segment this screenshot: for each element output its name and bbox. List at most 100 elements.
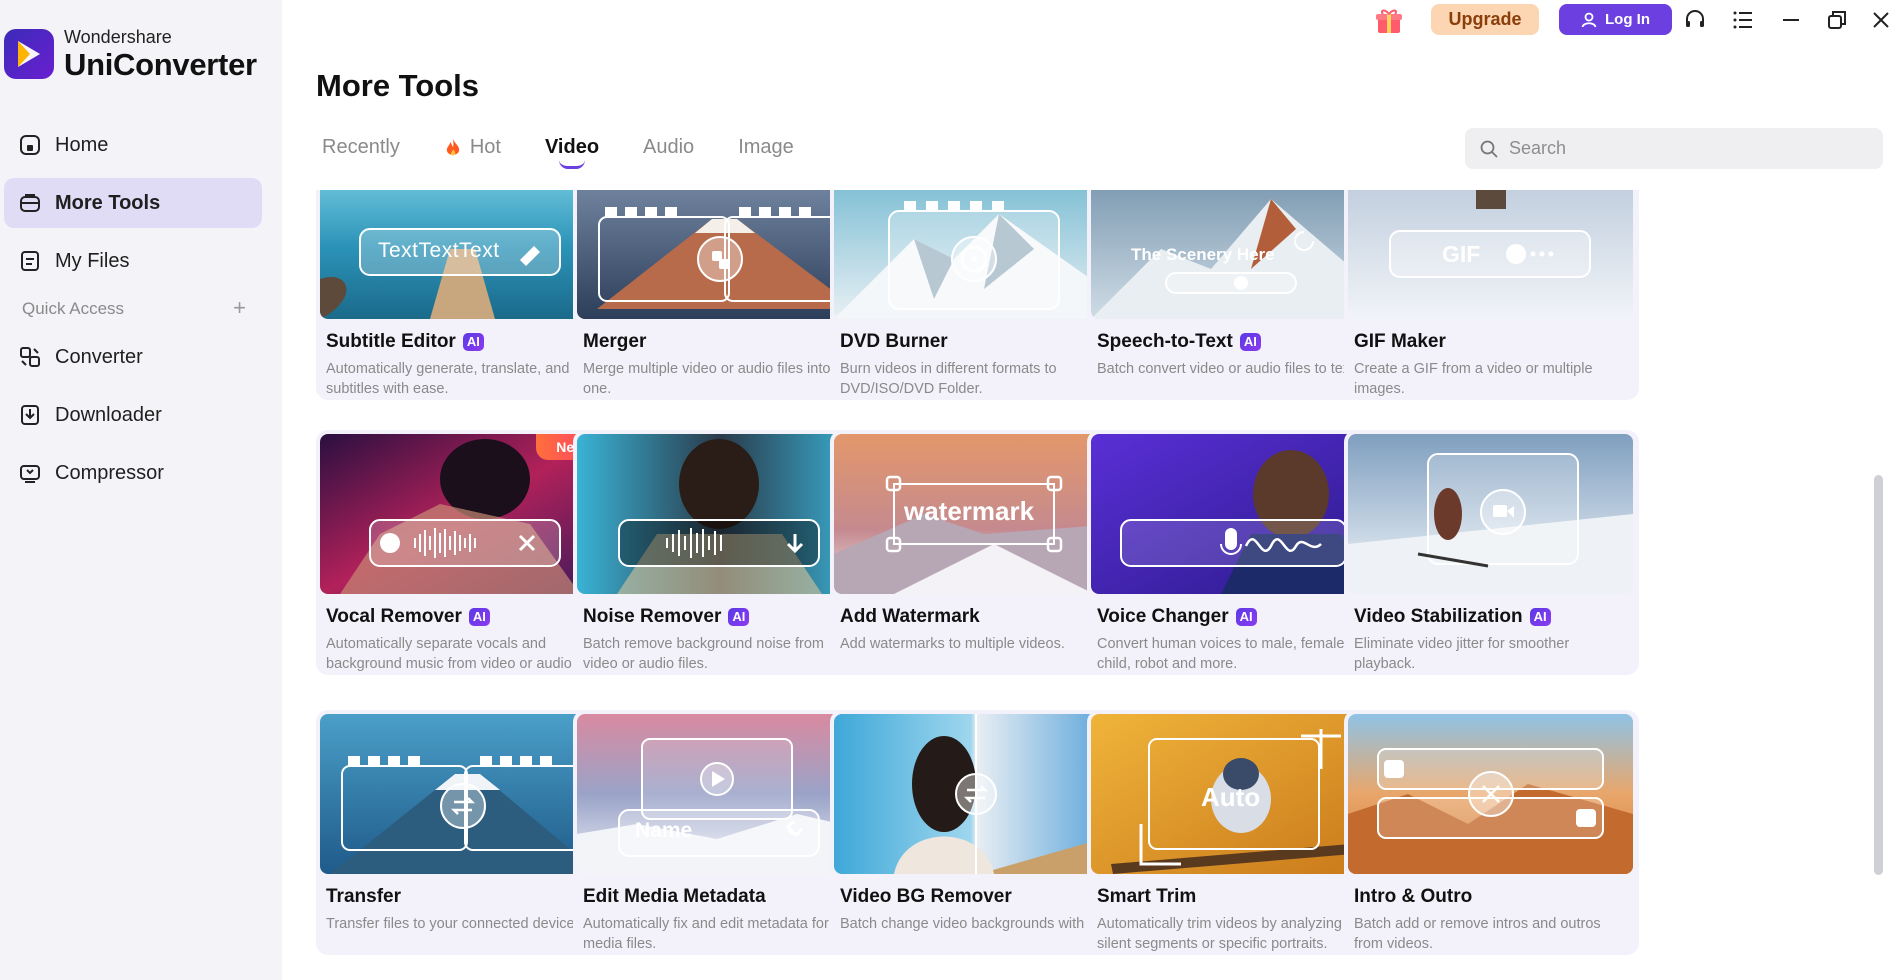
tool-name: Edit Media Metadata [583,886,766,908]
ai-badge: AI [468,608,490,626]
search-input[interactable] [1509,138,1849,159]
tool-card-intro-outro[interactable]: Intro & Outro Batch add or remove intros… [1344,710,1639,955]
close-icon[interactable] [1869,8,1893,32]
tool-description: Automatically trim videos by analyzing s… [1097,916,1342,952]
tab-video[interactable]: Video [545,136,599,169]
restore-icon[interactable] [1825,8,1849,32]
thumb-intro-outro [1348,714,1633,874]
thumb-speech-to-text: The Scenery Here [1091,190,1376,319]
tool-name: Smart Trim [1097,886,1196,908]
thumb-add-watermark: watermark [834,434,1119,594]
tool-description: Batch change video backgrounds with AI. [840,916,1106,932]
tab-hot[interactable]: Hot [444,136,501,159]
tool-name-text: Voice Changer [1097,606,1229,627]
nav-item-home[interactable]: Home [4,120,262,170]
sidebar: Wondershare UniConverter Home More Tools… [0,0,282,980]
ai-badge: AI [1235,608,1257,626]
thumb-video-bg-remover [834,714,1119,874]
tab-image[interactable]: Image [738,136,794,159]
tool-card-vocal-remover[interactable]: New Vocal Remover AI Automatically separa… [316,430,611,675]
tool-description: Batch remove background noise from video… [583,636,824,672]
tool-name: DVD Burner [840,331,948,353]
app-logo-icon [4,29,54,79]
tool-card-video-bg-remover[interactable]: Video BG Remover Batch change video back… [830,710,1125,955]
tool-description: Eliminate video jitter for smoother play… [1354,636,1570,672]
thumb-merger [577,190,862,319]
ai-badge: AI [1529,608,1551,626]
tool-description: Automatically generate, translate, and e… [326,361,597,397]
tool-name-text: Speech-to-Text [1097,331,1233,352]
scrollbar-thumb[interactable] [1874,475,1883,875]
nav-item-compressor[interactable]: Compressor [4,448,262,498]
tool-name: Subtitle Editor AI [326,331,484,353]
thumb-voice-changer [1091,434,1376,594]
tool-card-subtitle-editor[interactable]: TextTextText Subtitle Editor AI Automatic… [316,190,611,400]
tool-card-smart-trim[interactable]: Auto Smart Trim Automatically trim video… [1087,710,1382,955]
login-button[interactable]: Log In [1559,4,1672,35]
tool-name: Voice Changer AI [1097,606,1257,628]
ai-badge: AI [462,333,484,351]
thumb-gif-text: GIF [1442,241,1481,267]
brand-company: Wondershare [64,27,172,47]
nav-item-downloader[interactable]: Downloader [4,390,262,440]
tool-card-noise-remover[interactable]: Noise Remover AI Batch remove background … [573,430,868,675]
tab-recently[interactable]: Recently [322,136,400,159]
nav-item-more-tools[interactable]: More Tools [4,178,262,228]
tool-card-video-stabilization[interactable]: Video Stabilization AI Eliminate video ji… [1344,430,1639,675]
menu-list-icon[interactable] [1731,8,1755,32]
search-icon [1480,140,1498,158]
quick-access-header: Quick Access + [22,297,246,319]
tool-card-gif-maker[interactable]: GIF GIF Maker Create a GIF from a video … [1344,190,1639,400]
tool-description: Add watermarks to multiple videos. [840,636,1065,652]
tool-card-transfer[interactable]: Transfer Transfer files to your connecte… [316,710,611,955]
tool-name-text: Subtitle Editor [326,331,456,352]
category-tabs: Recently Hot Video Audio Image [322,136,838,169]
gift-icon[interactable] [1374,6,1404,41]
nav-item-converter[interactable]: Converter [4,332,262,382]
thumb-auto-text: Auto [1201,782,1261,812]
tool-card-voice-changer[interactable]: Voice Changer AI Convert human voices to … [1087,430,1382,675]
headset-icon[interactable] [1683,8,1707,32]
tool-description: Batch add or remove intros and outros fr… [1354,916,1601,952]
thumb-subtitle-editor: TextTextText [320,190,605,319]
tool-card-speech-to-text[interactable]: The Scenery Here Speech-to-Text AI Batch … [1087,190,1382,400]
tool-name: Video BG Remover [840,886,1012,908]
tool-description: Merge multiple video or audio files into… [583,361,831,397]
tool-name-text: Add Watermark [840,606,980,627]
thumb-noise-remover [577,434,862,594]
tool-name: Noise Remover AI [583,606,750,628]
tool-name-text: Video Stabilization [1354,606,1523,627]
tool-name-text: Merger [583,331,647,352]
tool-name-text: GIF Maker [1354,331,1446,352]
thumb-scenery-text: The Scenery Here [1131,245,1275,264]
thumb-video-stabilization [1348,434,1633,594]
thumb-dvd-burner [834,190,1119,319]
page-title: More Tools [316,68,480,103]
tool-name: Video Stabilization AI [1354,606,1551,628]
nav-label-more-tools: More Tools [55,191,161,214]
tool-description: Batch convert video or audio files to te… [1097,361,1359,377]
tool-card-dvd-burner[interactable]: DVD Burner Burn videos in different form… [830,190,1125,400]
minimize-icon[interactable] [1779,8,1803,32]
tool-name: Transfer [326,886,401,908]
tab-audio[interactable]: Audio [643,136,694,159]
thumb-gif-maker: GIF [1348,190,1633,319]
tool-card-merger[interactable]: Merger Merge multiple video or audio fil… [573,190,868,400]
search-box[interactable] [1465,128,1883,169]
thumb-smart-trim: Auto [1091,714,1376,874]
tool-name: Intro & Outro [1354,886,1472,908]
tool-description: Transfer files to your connected device. [326,916,579,932]
upgrade-button[interactable]: Upgrade [1431,4,1539,35]
nav-label-downloader: Downloader [55,403,162,426]
tool-card-add-watermark[interactable]: watermark Add Watermark Add watermarks t… [830,430,1125,675]
add-quick-access-icon[interactable]: + [233,297,246,319]
login-label: Log In [1605,11,1650,28]
nav-item-my-files[interactable]: My Files [4,236,262,286]
converter-icon [20,347,40,367]
tool-description: Automatically fix and edit metadata for … [583,916,829,952]
tool-description: Automatically separate vocals and backgr… [326,636,588,672]
tool-card-edit-media-metadata[interactable]: Name Edit Media Metadata Automatically f… [573,710,868,955]
home-icon [20,135,40,155]
thumb-transfer [320,714,605,874]
nav-label-my-files: My Files [55,249,130,272]
